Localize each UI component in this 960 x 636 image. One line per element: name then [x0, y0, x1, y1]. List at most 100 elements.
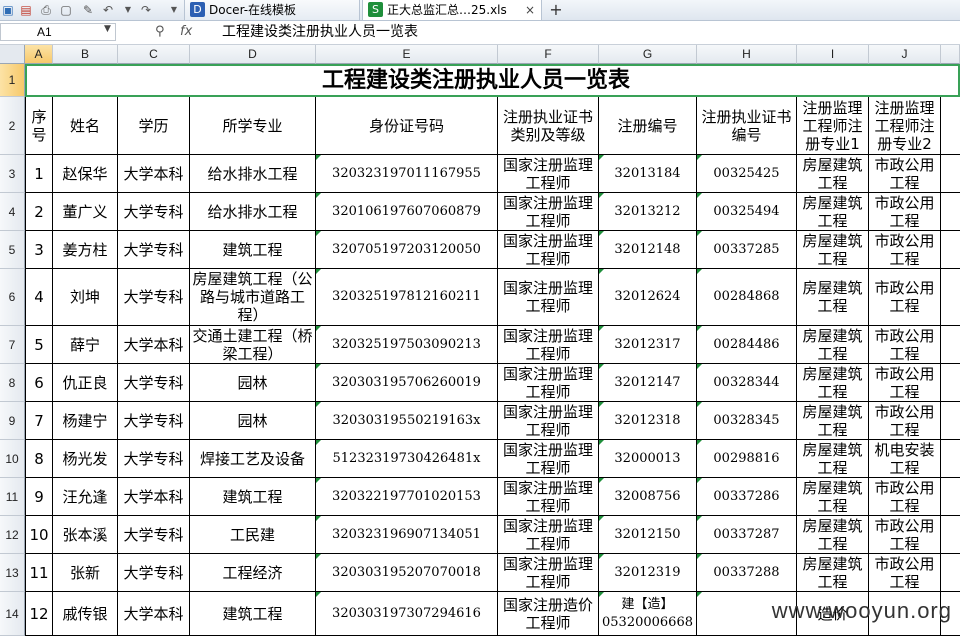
sheet-title-cell[interactable]: 工程建设类注册执业人员一览表 [25, 64, 960, 97]
tab-spreadsheet[interactable]: S 正大总监汇总…25.xls × [362, 0, 542, 20]
table-cell[interactable] [941, 97, 960, 155]
table-cell[interactable]: 国家注册监理工程师 [498, 364, 599, 402]
header-cell[interactable]: 注册执业证书编号 [697, 97, 797, 155]
table-cell[interactable]: 工民建 [190, 516, 316, 554]
table-cell[interactable]: 建筑工程 [190, 592, 316, 636]
table-cell[interactable]: 00298816 [697, 440, 797, 478]
table-cell[interactable]: 2 [25, 193, 53, 231]
table-cell[interactable]: 国家注册监理工程师 [498, 193, 599, 231]
table-cell[interactable]: 320705197203120050 [316, 231, 498, 269]
table-cell[interactable]: 市政公用工程 [869, 326, 941, 364]
table-cell[interactable]: 国家注册监理工程师 [498, 478, 599, 516]
table-cell[interactable]: 国家注册监理工程师 [498, 231, 599, 269]
table-cell[interactable]: 32012148 [599, 231, 697, 269]
table-cell[interactable]: 7 [25, 402, 53, 440]
zoom-icon[interactable]: ⚲ [155, 23, 165, 41]
table-cell[interactable]: 32012624 [599, 269, 697, 326]
table-cell[interactable]: 00325494 [697, 193, 797, 231]
table-cell[interactable] [941, 364, 960, 402]
save-icon[interactable]: ▣ [0, 2, 16, 18]
table-cell[interactable]: 32012319 [599, 554, 697, 592]
column-header-c[interactable]: C [118, 45, 190, 64]
table-cell[interactable]: 国家注册监理工程师 [498, 326, 599, 364]
select-all-corner[interactable] [0, 45, 25, 64]
table-cell[interactable] [941, 193, 960, 231]
insert-function-button[interactable]: fx [180, 23, 192, 41]
column-header-k[interactable] [941, 45, 960, 64]
table-cell[interactable]: 00337287 [697, 516, 797, 554]
table-cell[interactable]: 市政公用工程 [869, 554, 941, 592]
table-cell[interactable]: 大学本科 [118, 592, 190, 636]
name-box-dropdown-icon[interactable]: ▼ [104, 24, 111, 34]
table-cell[interactable]: 房屋建筑工程 [797, 193, 869, 231]
table-cell[interactable]: 32000013 [599, 440, 697, 478]
table-cell[interactable]: 51232319730426481x [316, 440, 498, 478]
table-cell[interactable]: 32013184 [599, 155, 697, 193]
table-cell[interactable]: 00337285 [697, 231, 797, 269]
header-cell[interactable]: 注册编号 [599, 97, 697, 155]
table-cell[interactable] [941, 516, 960, 554]
row-header-6[interactable]: 6 [0, 269, 25, 326]
table-cell[interactable]: 320325197503090213 [316, 326, 498, 364]
print-preview-icon[interactable]: ▢ [58, 2, 74, 18]
table-cell[interactable]: 32013212 [599, 193, 697, 231]
row-header-2[interactable]: 2 [0, 97, 25, 155]
row-header-5[interactable]: 5 [0, 231, 25, 269]
table-cell[interactable]: 薛宁 [53, 326, 118, 364]
table-cell[interactable]: 8 [25, 440, 53, 478]
table-cell[interactable]: 大学本科 [118, 155, 190, 193]
table-cell[interactable]: 大学本科 [118, 326, 190, 364]
table-cell[interactable]: 00328344 [697, 364, 797, 402]
table-cell[interactable]: 房屋建筑工程 [797, 231, 869, 269]
customize-toolbar-icon[interactable]: ▼ [166, 2, 182, 18]
table-cell[interactable]: 房屋建筑工程（公路与城市道路工程） [190, 269, 316, 326]
table-cell[interactable]: 11 [25, 554, 53, 592]
column-header-j[interactable]: J [869, 45, 941, 64]
table-cell[interactable]: 给水排水工程 [190, 155, 316, 193]
table-cell[interactable] [941, 155, 960, 193]
table-cell[interactable]: 房屋建筑工程 [797, 269, 869, 326]
table-cell[interactable]: 房屋建筑工程 [797, 554, 869, 592]
table-cell[interactable]: 市政公用工程 [869, 516, 941, 554]
table-cell[interactable]: 市政公用工程 [869, 478, 941, 516]
table-cell[interactable]: 00328345 [697, 402, 797, 440]
column-header-h[interactable]: H [697, 45, 797, 64]
table-cell[interactable]: 5 [25, 326, 53, 364]
table-cell[interactable]: 大学专科 [118, 402, 190, 440]
table-cell[interactable]: 32008756 [599, 478, 697, 516]
table-cell[interactable] [941, 402, 960, 440]
table-cell[interactable]: 320323196907134051 [316, 516, 498, 554]
row-header-7[interactable]: 7 [0, 326, 25, 364]
header-cell[interactable]: 学历 [118, 97, 190, 155]
row-header-4[interactable]: 4 [0, 193, 25, 231]
column-header-i[interactable]: I [797, 45, 869, 64]
table-cell[interactable] [941, 440, 960, 478]
table-cell[interactable]: 市政公用工程 [869, 402, 941, 440]
table-cell[interactable]: 320303195706260019 [316, 364, 498, 402]
table-cell[interactable]: 市政公用工程 [869, 155, 941, 193]
table-cell[interactable]: 焊接工艺及设备 [190, 440, 316, 478]
redo-icon[interactable]: ↷ [138, 2, 154, 18]
header-cell[interactable]: 所学专业 [190, 97, 316, 155]
table-cell[interactable]: 12 [25, 592, 53, 636]
row-header-13[interactable]: 13 [0, 554, 25, 592]
close-tab-icon[interactable]: × [525, 0, 535, 20]
table-cell[interactable]: 00284868 [697, 269, 797, 326]
table-cell[interactable]: 320322197701020153 [316, 478, 498, 516]
table-cell[interactable]: 00325425 [697, 155, 797, 193]
table-cell[interactable]: 00337286 [697, 478, 797, 516]
table-cell[interactable]: 仇正良 [53, 364, 118, 402]
table-cell[interactable]: 市政公用工程 [869, 269, 941, 326]
table-cell[interactable]: 姜方柱 [53, 231, 118, 269]
table-cell[interactable]: 320325197812160211 [316, 269, 498, 326]
table-cell[interactable]: 大学专科 [118, 440, 190, 478]
table-cell[interactable]: 工程经济 [190, 554, 316, 592]
table-cell[interactable]: 32012147 [599, 364, 697, 402]
table-cell[interactable]: 1 [25, 155, 53, 193]
export-pdf-icon[interactable]: ▤ [18, 2, 34, 18]
format-painter-icon[interactable]: ✎ [80, 2, 96, 18]
tab-docer[interactable]: D Docer-在线模板 [184, 0, 360, 20]
name-box[interactable]: A1 [0, 23, 116, 41]
column-header-b[interactable]: B [53, 45, 118, 64]
table-cell[interactable]: 大学本科 [118, 478, 190, 516]
